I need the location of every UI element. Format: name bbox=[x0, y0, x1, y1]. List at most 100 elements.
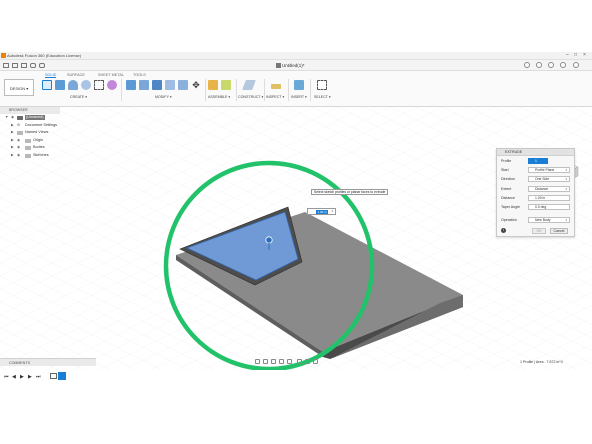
pan-icon[interactable] bbox=[271, 359, 276, 364]
cancel-button[interactable]: Cancel bbox=[550, 227, 568, 234]
operation-select[interactable]: New Body ▾ bbox=[528, 216, 570, 223]
save-icon[interactable] bbox=[21, 63, 27, 68]
modify-menu[interactable]: MODIFY ▾ bbox=[155, 95, 172, 99]
distance-input[interactable]: 1.00 in ▾ bbox=[307, 208, 336, 215]
loft-icon[interactable] bbox=[94, 80, 104, 90]
move-icon[interactable]: ✥ bbox=[191, 80, 201, 90]
offset-plane-icon[interactable] bbox=[242, 80, 256, 90]
visibility-eye-icon[interactable]: ◉ bbox=[11, 114, 14, 122]
document-tab-title[interactable]: Untitled(1)* bbox=[282, 63, 305, 68]
expand-arrow-icon[interactable]: ▶ bbox=[11, 152, 14, 160]
info-icon[interactable]: i bbox=[501, 227, 506, 233]
extrude-icon[interactable] bbox=[55, 80, 65, 90]
create-menu[interactable]: CREATE ▾ bbox=[70, 95, 87, 99]
browser-item-label[interactable]: Named Views bbox=[25, 129, 48, 137]
expand-arrow-icon[interactable]: ▶ bbox=[11, 122, 14, 130]
display-settings-icon[interactable] bbox=[297, 359, 302, 364]
chamfer-icon[interactable] bbox=[152, 80, 162, 90]
tab-sheet-metal[interactable]: SHEET METAL bbox=[98, 73, 124, 77]
fit-icon[interactable] bbox=[287, 359, 292, 364]
fillet-icon[interactable] bbox=[139, 80, 149, 90]
workspace-switcher[interactable]: DESIGN ▾ bbox=[4, 79, 34, 96]
go-to-start-icon[interactable]: ⏮ bbox=[4, 374, 9, 380]
visibility-eye-icon[interactable]: ◉ bbox=[17, 137, 20, 145]
undo-icon[interactable] bbox=[30, 63, 36, 68]
new-component-icon[interactable] bbox=[208, 80, 218, 90]
browser-item-document-settings[interactable]: ▶ ⚙ Document Settings bbox=[0, 122, 60, 130]
measure-icon[interactable] bbox=[271, 84, 281, 89]
timeline-sketch-feature[interactable] bbox=[50, 373, 57, 379]
zoom-icon[interactable] bbox=[279, 359, 284, 364]
create-sketch-icon[interactable] bbox=[42, 80, 52, 90]
insert-image-icon[interactable] bbox=[294, 80, 304, 90]
direction-select[interactable]: One Side ▾ bbox=[528, 176, 570, 183]
minimize-icon[interactable]: – bbox=[566, 52, 569, 58]
browser-header[interactable]: BROWSER bbox=[0, 107, 60, 114]
browser-item-label[interactable]: Document Settings bbox=[25, 122, 57, 130]
distance-value[interactable]: 1.00 in bbox=[316, 210, 328, 214]
combine-icon[interactable] bbox=[178, 80, 188, 90]
construct-menu[interactable]: CONSTRUCT ▾ bbox=[238, 95, 263, 99]
distance-field[interactable]: 1.00 in bbox=[528, 195, 570, 202]
tab-tools[interactable]: TOOLS bbox=[133, 73, 146, 77]
tab-solid[interactable]: SOLID bbox=[45, 73, 57, 78]
browser-item-named-views[interactable]: ▶ Named Views bbox=[0, 129, 60, 137]
close-icon[interactable]: × bbox=[583, 52, 586, 58]
browser-item-label[interactable]: Bodies bbox=[33, 144, 45, 152]
browser-item-label[interactable]: Sketches bbox=[33, 152, 49, 160]
file-menu-icon[interactable] bbox=[12, 63, 18, 68]
press-pull-icon[interactable] bbox=[126, 80, 136, 90]
inspect-menu[interactable]: INSPECT ▾ bbox=[266, 95, 284, 99]
expand-arrow-icon[interactable]: ▶ bbox=[11, 144, 14, 152]
insert-menu[interactable]: INSERT ▾ bbox=[291, 95, 307, 99]
new-tab-icon[interactable] bbox=[524, 62, 530, 68]
help-icon[interactable] bbox=[560, 62, 566, 68]
sweep-icon[interactable] bbox=[81, 80, 91, 90]
look-at-icon[interactable] bbox=[263, 359, 268, 364]
shell-icon[interactable] bbox=[165, 80, 175, 90]
browser-item-bodies[interactable]: ▶ ◉ Bodies bbox=[0, 144, 60, 152]
step-forward-icon[interactable]: ▶ bbox=[28, 374, 32, 380]
browser-item-origin[interactable]: ▶ ◉ Origin bbox=[0, 137, 60, 145]
expand-arrow-icon[interactable]: ▼ bbox=[5, 114, 8, 122]
step-back-icon[interactable]: ◀ bbox=[12, 374, 16, 380]
chevron-down-icon[interactable]: ▾ bbox=[331, 209, 333, 213]
assemble-menu[interactable]: ASSEMBLE ▾ bbox=[208, 95, 230, 99]
taper-angle-field[interactable]: 0.0 deg bbox=[528, 204, 570, 211]
visibility-eye-icon[interactable]: ◉ bbox=[17, 152, 20, 160]
folder-icon bbox=[17, 131, 23, 135]
go-to-end-icon[interactable]: ⏭ bbox=[36, 374, 41, 380]
browser-item-label[interactable]: Origin bbox=[33, 137, 43, 145]
browser-item-label[interactable]: (Unsaved) bbox=[25, 115, 45, 120]
extent-select[interactable]: Distance ▾ bbox=[528, 185, 570, 192]
form-icon[interactable] bbox=[107, 80, 117, 90]
visibility-eye-icon[interactable]: ◉ bbox=[17, 144, 20, 152]
toolbar-divider bbox=[288, 79, 289, 101]
joint-icon[interactable] bbox=[221, 80, 231, 90]
navigation-bar bbox=[255, 359, 345, 366]
tab-surface[interactable]: SURFACE bbox=[67, 73, 85, 77]
ok-button[interactable]: OK bbox=[532, 227, 546, 234]
timeline-extrude-feature[interactable] bbox=[58, 372, 66, 380]
comments-bar[interactable]: COMMENTS bbox=[0, 358, 96, 366]
data-panel-icon[interactable] bbox=[3, 63, 9, 68]
select-menu[interactable]: SELECT ▾ bbox=[314, 95, 331, 99]
extensions-icon[interactable] bbox=[536, 62, 542, 68]
play-icon[interactable]: ▶ bbox=[20, 374, 24, 380]
orbit-icon[interactable] bbox=[255, 359, 260, 364]
profile-selection-button[interactable]: 1 selected bbox=[528, 157, 548, 168]
browser-item-root[interactable]: ▼ ◉ (Unsaved) bbox=[0, 114, 60, 122]
start-select[interactable]: Profile Plane ▾ bbox=[528, 166, 570, 173]
dialog-header[interactable]: EXTRUDE bbox=[497, 149, 574, 156]
viewports-icon[interactable] bbox=[313, 359, 318, 364]
expand-arrow-icon[interactable]: ▶ bbox=[11, 129, 14, 137]
redo-icon[interactable] bbox=[39, 63, 45, 68]
select-icon[interactable] bbox=[317, 80, 327, 90]
expand-arrow-icon[interactable]: ▶ bbox=[11, 137, 14, 145]
notifications-icon[interactable] bbox=[548, 62, 554, 68]
revolve-icon[interactable] bbox=[68, 80, 78, 90]
maximize-icon[interactable]: □ bbox=[574, 52, 577, 58]
grid-settings-icon[interactable] bbox=[305, 359, 310, 364]
browser-item-sketches[interactable]: ▶ ◉ Sketches bbox=[0, 152, 60, 160]
user-avatar[interactable] bbox=[573, 62, 579, 68]
